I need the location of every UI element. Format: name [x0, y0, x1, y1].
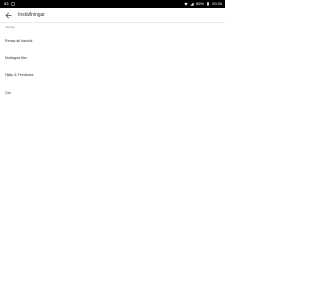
battery-icon — [206, 2, 210, 6]
wifi-icon — [184, 2, 188, 6]
battery-percent: 66% — [195, 1, 204, 6]
arrow-back-icon[interactable] — [4, 11, 13, 20]
status-bar: 83 66% 20:30 — [0, 0, 225, 8]
menu-item-about[interactable]: Om — [0, 85, 225, 102]
status-left: 83 — [4, 0, 16, 8]
status-left-text: 83 — [4, 1, 9, 6]
notification-icon — [11, 2, 16, 6]
menu-item-help-feedback[interactable]: Hjälp & Feedback — [0, 67, 225, 84]
page-title: Inställningar — [18, 12, 45, 18]
menu-item-received-files[interactable]: Mottagna filer — [0, 50, 225, 67]
signal-icon — [190, 2, 194, 6]
menu-item-clear-history[interactable]: Rensa all historik — [0, 33, 225, 50]
section-header: Vanliga — [5, 25, 15, 29]
status-right: 66% 20:30 — [184, 0, 222, 8]
status-time: 20:30 — [211, 1, 222, 6]
app-bar: Inställningar — [0, 8, 225, 23]
